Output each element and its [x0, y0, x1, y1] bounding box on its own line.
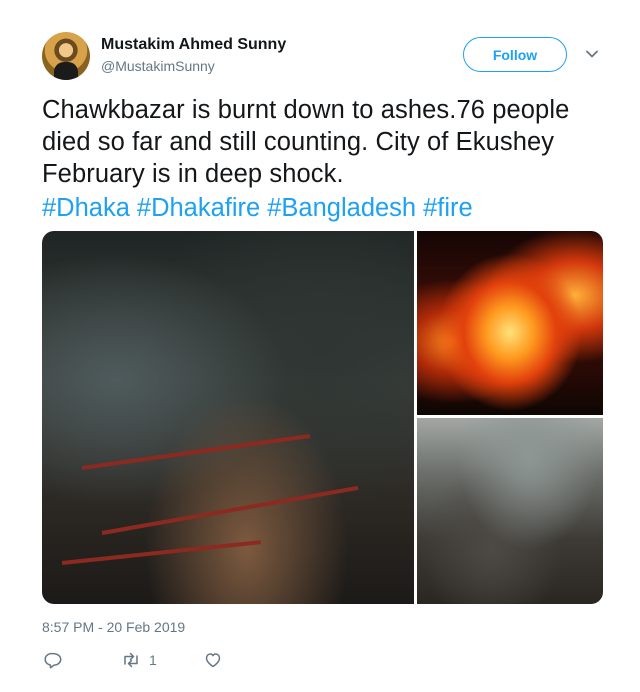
heart-icon [205, 653, 221, 668]
hashtag-list: #Dhaka #Dhakafire #Bangladesh #fire [42, 192, 480, 224]
chevron-down-icon[interactable] [584, 46, 600, 62]
hashtag-link[interactable]: #Bangladesh [267, 194, 416, 222]
retweet-count: 1 [149, 652, 157, 668]
tweet-text: Chawkbazar is burnt down to ashes.76 peo… [42, 96, 570, 188]
author-name[interactable]: Mustakim Ahmed Sunny [101, 36, 286, 54]
like-button[interactable] [203, 648, 223, 672]
author-handle[interactable]: @MustakimSunny [101, 58, 215, 74]
hashtag-link[interactable]: #fire [423, 194, 473, 222]
reply-icon [44, 652, 62, 669]
photo-firefighters-in-ruins[interactable] [42, 231, 414, 604]
hashtag-link[interactable]: #Dhakafire [137, 194, 260, 222]
photo-burnt-street[interactable] [417, 418, 603, 604]
tweet-timestamp[interactable]: 8:57 PM - 20 Feb 2019 [42, 619, 185, 635]
follow-button[interactable]: Follow [463, 37, 567, 72]
avatar[interactable] [42, 32, 90, 80]
tweet-card: Mustakim Ahmed Sunny @MustakimSunny Foll… [0, 0, 640, 692]
hashtag-link[interactable]: #Dhaka [42, 194, 130, 222]
media-grid [42, 231, 603, 604]
reply-button[interactable] [42, 648, 62, 672]
retweet-button[interactable]: 1 [121, 648, 157, 672]
retweet-icon [124, 652, 138, 668]
photo-building-on-fire[interactable] [417, 231, 603, 415]
